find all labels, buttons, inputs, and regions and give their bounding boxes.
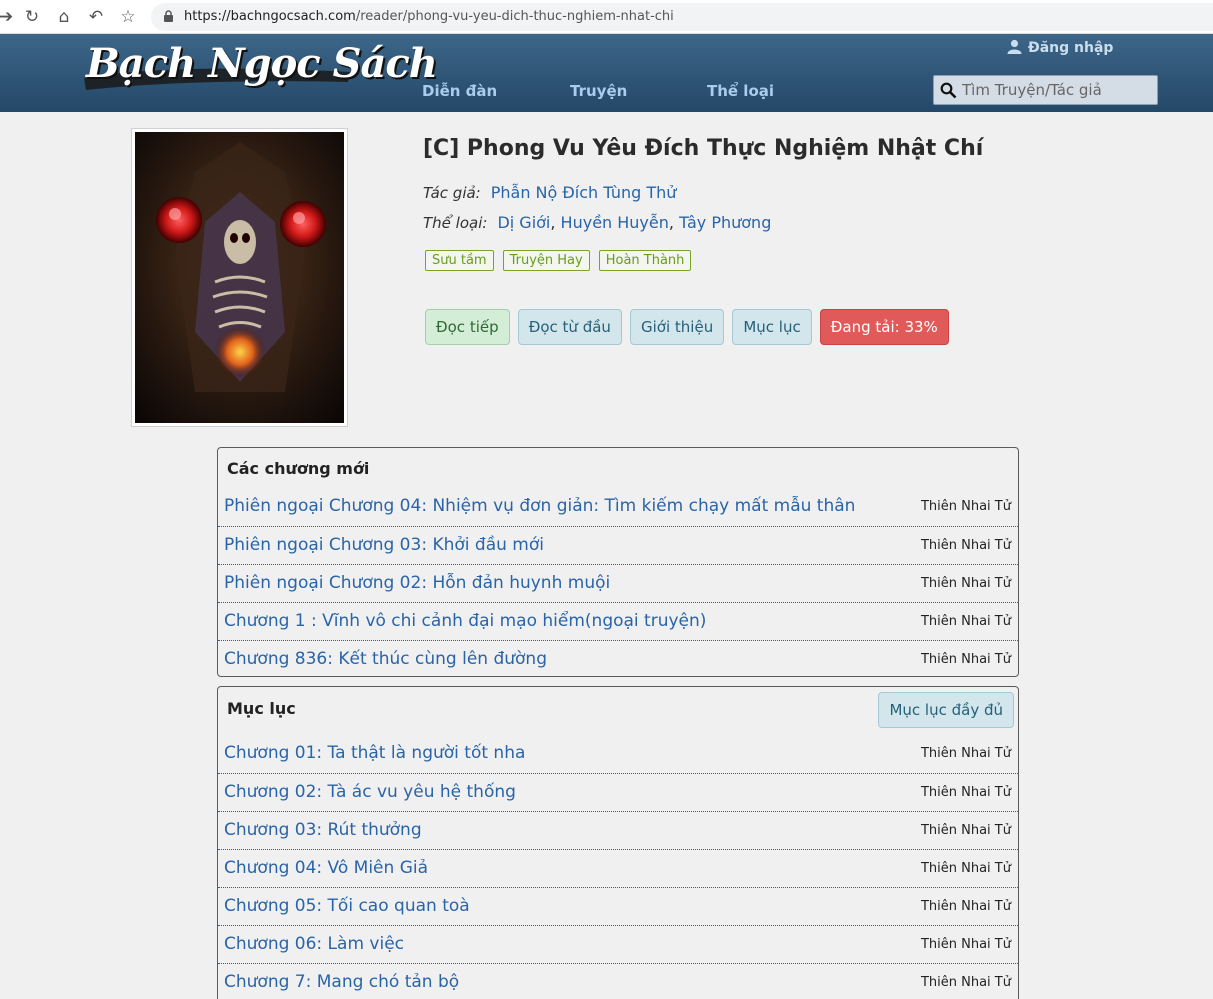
chapter-link[interactable]: Chương 01: Ta thật là người tốt nha (224, 743, 525, 763)
chapter-link[interactable]: Phiên ngoại Chương 04: Nhiệm vụ đơn giản… (224, 496, 855, 516)
read-from-start-button[interactable]: Đọc từ đầu (517, 309, 622, 345)
chapter-uploader[interactable]: Thiên Nhai Tử (921, 538, 1011, 553)
genre-row: Thể loại: Dị Giới, Huyền Huyễn, Tây Phươn… (423, 213, 772, 232)
chapter-uploader[interactable]: Thiên Nhai Tử (921, 576, 1011, 591)
tag-truyen-hay[interactable]: Truyện Hay (502, 250, 590, 271)
chapter-row: Phiên ngoại Chương 02: Hỗn đản huynh muộ… (218, 564, 1018, 602)
chapter-uploader[interactable]: Thiên Nhai Tử (921, 823, 1011, 838)
latest-chapters-panel: Các chương mới Phiên ngoại Chương 04: Nh… (217, 447, 1019, 677)
chapter-row: Chương 06: Làm việc Thiên Nhai Tử (218, 925, 1018, 963)
author-label: Tác giả: (423, 184, 481, 202)
lock-icon (164, 10, 173, 22)
tag-hoan-thanh[interactable]: Hoàn Thành (598, 250, 692, 271)
toc-panel: Mục lục Mục lục đầy đủ Chương 01: Ta thậ… (217, 686, 1019, 999)
download-progress-button[interactable]: Đang tải: 33% (819, 309, 949, 345)
url-text: https://bachngocsach.com/reader/phong-vu… (184, 9, 674, 24)
reload-icon[interactable]: ↻ (20, 5, 44, 29)
chapter-row: Chương 1 : Vĩnh vô chi cảnh đại mạo hiểm… (218, 602, 1018, 640)
introduction-button[interactable]: Giới thiệu (630, 309, 725, 345)
chapter-row: Chương 836: Kết thúc cùng lên đường Thiên… (218, 640, 1018, 678)
chapter-link[interactable]: Chương 04: Vô Miên Giả (224, 858, 428, 878)
chapter-uploader[interactable]: Thiên Nhai Tử (921, 746, 1011, 761)
nav-stories[interactable]: Truyện (570, 82, 627, 100)
chapter-link[interactable]: Chương 05: Tối cao quan toà (224, 896, 470, 916)
toc-header: Mục lục Mục lục đầy đủ (218, 687, 1018, 735)
chapter-link[interactable]: Chương 02: Tà ác vu yêu hệ thống (224, 782, 516, 802)
home-icon[interactable]: ⌂ (52, 5, 76, 29)
author-link[interactable]: Phẫn Nộ Đích Tùng Thử (491, 183, 677, 202)
latest-chapters-title: Các chương mới (227, 459, 370, 478)
chapter-uploader[interactable]: Thiên Nhai Tử (921, 785, 1011, 800)
chapter-row: Phiên ngoại Chương 04: Nhiệm vụ đơn giản… (218, 488, 1018, 526)
chapter-row: Chương 05: Tối cao quan toà Thiên Nhai Tử (218, 887, 1018, 925)
forward-icon[interactable]: ➔ (0, 5, 18, 29)
author-row: Tác giả: Phẫn Nộ Đích Tùng Thử (423, 183, 676, 202)
chapter-link[interactable]: Chương 1 : Vĩnh vô chi cảnh đại mạo hiểm… (224, 611, 706, 631)
toc-chapter-list: Chương 01: Ta thật là người tốt nha Thiên… (218, 735, 1018, 999)
chapter-uploader[interactable]: Thiên Nhai Tử (921, 652, 1011, 667)
table-of-contents-button[interactable]: Mục lục (732, 309, 812, 345)
action-buttons: Đọc tiếp Đọc từ đầu Giới thiệu Mục lục Đ… (425, 309, 952, 345)
chapter-row: Phiên ngoại Chương 03: Khởi đầu mới Thiên… (218, 526, 1018, 564)
genre-label: Thể loại: (423, 214, 488, 232)
nav-forum[interactable]: Diễn đàn (422, 82, 497, 100)
chapter-link[interactable]: Chương 03: Rút thưởng (224, 820, 422, 840)
chapter-row: Chương 02: Tà ác vu yêu hệ thống Thiên Nh… (218, 773, 1018, 811)
full-toc-button[interactable]: Mục lục đầy đủ (878, 692, 1014, 728)
chapter-link[interactable]: Chương 7: Mang chó tản bộ (224, 972, 459, 992)
genre-link-huyen-huyen[interactable]: Huyền Huyễn (561, 213, 669, 232)
nav-genres[interactable]: Thể loại (707, 82, 774, 100)
chapter-uploader[interactable]: Thiên Nhai Tử (921, 899, 1011, 914)
address-bar[interactable]: https://bachngocsach.com/reader/phong-vu… (151, 3, 1213, 31)
chapter-uploader[interactable]: Thiên Nhai Tử (921, 614, 1011, 629)
bookmark-star-icon[interactable]: ☆ (116, 5, 140, 29)
chapter-row: Chương 03: Rút thưởng Thiên Nhai Tử (218, 811, 1018, 849)
chapter-link[interactable]: Chương 06: Làm việc (224, 934, 404, 954)
latest-chapters-list: Phiên ngoại Chương 04: Nhiệm vụ đơn giản… (218, 488, 1018, 678)
latest-chapters-header: Các chương mới (218, 448, 1018, 488)
cover-image (135, 132, 344, 423)
toc-title: Mục lục (227, 699, 296, 718)
search-box (933, 75, 1158, 105)
chapter-link[interactable]: Phiên ngoại Chương 02: Hỗn đản huynh muộ… (224, 573, 610, 593)
chapter-uploader[interactable]: Thiên Nhai Tử (921, 861, 1011, 876)
genre-link-di-gioi[interactable]: Dị Giới (497, 213, 550, 232)
chapter-row: Chương 7: Mang chó tản bộ Thiên Nhai Tử (218, 963, 1018, 999)
login-label: Đăng nhập (1028, 40, 1114, 56)
chapter-uploader[interactable]: Thiên Nhai Tử (921, 499, 1011, 514)
login-link[interactable]: Đăng nhập (1007, 39, 1113, 56)
chapter-uploader[interactable]: Thiên Nhai Tử (921, 975, 1011, 990)
chapter-row: Chương 04: Vô Miên Giả Thiên Nhai Tử (218, 849, 1018, 887)
book-cover[interactable] (131, 128, 348, 427)
book-title: [C] Phong Vu Yêu Đích Thực Nghiệm Nhật C… (423, 136, 984, 161)
chapter-row: Chương 01: Ta thật là người tốt nha Thiên… (218, 735, 1018, 773)
chapter-link[interactable]: Chương 836: Kết thúc cùng lên đường (224, 649, 547, 669)
tag-list: Sưu tầm Truyện Hay Hoàn Thành (425, 249, 700, 271)
browser-toolbar: ➔ ↻ ⌂ ↶ ☆ https://bachngocsach.com/reade… (0, 0, 1213, 34)
search-icon[interactable] (940, 82, 957, 99)
chapter-link[interactable]: Phiên ngoại Chương 03: Khởi đầu mới (224, 535, 544, 555)
undo-icon[interactable]: ↶ (84, 5, 108, 29)
genre-link-tay-phuong[interactable]: Tây Phương (679, 213, 771, 232)
site-logo[interactable]: Bạch Ngọc Sách (80, 38, 438, 106)
chapter-uploader[interactable]: Thiên Nhai Tử (921, 937, 1011, 952)
user-icon (1007, 39, 1022, 54)
tag-suu-tam[interactable]: Sưu tầm (425, 250, 494, 271)
continue-reading-button[interactable]: Đọc tiếp (425, 309, 510, 345)
search-input[interactable] (962, 79, 1152, 101)
site-header: Bạch Ngọc Sách Diễn đàn Truyện Thể loại … (0, 34, 1213, 112)
logo-text: Bạch Ngọc Sách (86, 40, 438, 87)
